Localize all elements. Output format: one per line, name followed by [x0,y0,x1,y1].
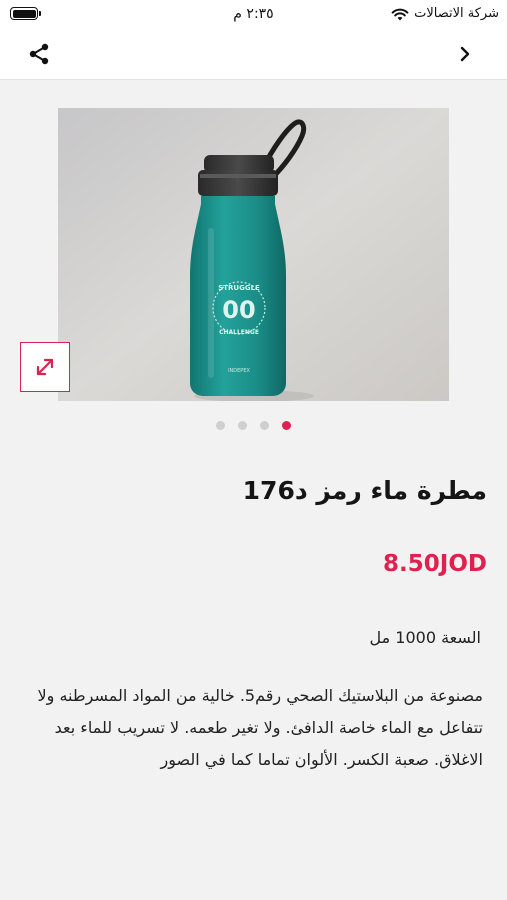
gallery-pagination [0,421,507,430]
share-icon [29,43,49,65]
svg-text:00: 00 [222,296,255,324]
product-description: مصنوعة من البلاستيك الصحي رقم5. خالية من… [37,686,483,769]
svg-text:CHALLENGE: CHALLENGE [219,329,259,336]
gallery-dot-active[interactable] [282,421,291,430]
product-title: مطرة ماء رمز د176 [242,476,487,505]
carrier-info: شركة الاتصالات [391,6,499,21]
svg-text:STRUGGLE: STRUGGLE [218,284,260,292]
expand-image-button[interactable] [20,342,70,392]
product-image[interactable]: STRUGGLE 00 CHALLENGE INDEPEX [58,108,449,401]
gallery-dot[interactable] [216,421,225,430]
nav-bar [0,28,507,80]
gallery-dot[interactable] [260,421,269,430]
wifi-icon [391,8,409,20]
water-bottle-photo: STRUGGLE 00 CHALLENGE INDEPEX [58,108,449,401]
carrier-name: شركة الاتصالات [414,6,499,21]
gallery-dot[interactable] [238,421,247,430]
status-bar: ٢:٣٥ م شركة الاتصالات [0,0,507,28]
back-button[interactable] [453,41,477,67]
share-button[interactable] [24,39,54,69]
chevron-right-icon [460,46,470,62]
svg-text:INDEPEX: INDEPEX [228,368,250,374]
expand-diagonal-icon [36,358,54,376]
product-price: 8.50JOD [383,551,487,577]
product-capacity: السعة 1000 مل [369,628,481,647]
